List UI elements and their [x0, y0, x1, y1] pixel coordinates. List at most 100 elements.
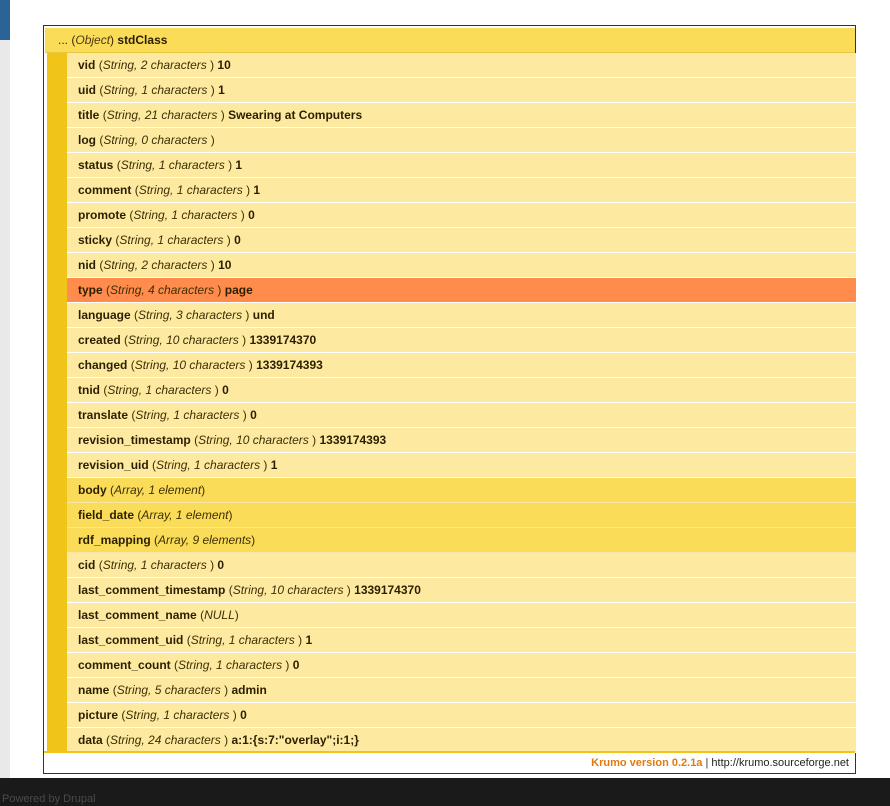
property-key: translate — [78, 408, 129, 422]
property-type-info: Array, 1 element — [141, 508, 229, 522]
property-value: 1 — [305, 633, 313, 647]
property-key: revision_uid — [78, 458, 149, 472]
property-value: 1 — [218, 83, 225, 97]
property-value: a:1:{s:7:"overlay";i:1;} — [231, 733, 359, 747]
property-value: 0 — [217, 558, 225, 572]
property-row-last-comment-timestamp: last_comment_timestamp (String, 10 chara… — [67, 578, 856, 603]
property-row-title: title (String, 21 characters ) Swearing … — [67, 103, 856, 128]
property-key: body — [78, 483, 107, 497]
property-key: language — [78, 308, 131, 322]
property-row-revision-timestamp: revision_timestamp (String, 10 character… — [67, 428, 856, 453]
property-row-comment: comment (String, 1 characters ) 1 — [67, 178, 856, 203]
property-value: 1 — [235, 158, 243, 172]
krumo-version-label: Krumo version 0.2.1a — [591, 757, 703, 769]
property-key: last_comment_uid — [78, 633, 184, 647]
property-row-language: language (String, 3 characters ) und — [67, 303, 856, 328]
property-row-last-comment-uid: last_comment_uid (String, 1 characters )… — [67, 628, 856, 653]
property-key: uid — [78, 83, 96, 97]
property-row-created: created (String, 10 characters ) 1339174… — [67, 328, 856, 353]
property-key: log — [78, 133, 96, 147]
property-type-info: String, 0 characters — [103, 133, 211, 147]
background-bottom-bar — [0, 778, 890, 806]
child-block: vid (String, 2 characters ) 10 uid (Strin… — [47, 53, 856, 753]
property-type-info: String, 21 characters — [106, 108, 221, 122]
property-key: rdf_mapping — [78, 533, 151, 547]
property-list: vid (String, 2 characters ) 10 uid (Strin… — [67, 53, 856, 753]
property-type-info: String, 1 characters — [133, 208, 241, 222]
property-row-tnid: tnid (String, 1 characters ) 0 — [67, 378, 856, 403]
property-value: 1339174393 — [319, 433, 387, 447]
property-value: 1339174370 — [354, 583, 421, 597]
property-key: title — [78, 108, 100, 122]
property-value: 0 — [234, 233, 241, 247]
property-key: type — [78, 283, 103, 297]
property-key: picture — [78, 708, 119, 722]
property-key: data — [78, 733, 103, 747]
property-row-nid: nid (String, 2 characters ) 10 — [67, 253, 856, 278]
property-value: 10 — [217, 58, 231, 72]
property-type-info: String, 1 characters — [120, 158, 229, 172]
krumo-dump-panel: ... (Object) stdClass vid (String, 2 cha… — [43, 25, 856, 774]
property-row-rdf-mapping[interactable]: rdf_mapping (Array, 9 elements) — [67, 528, 856, 553]
property-type-info: String, 5 characters — [116, 683, 225, 697]
property-key: created — [78, 333, 121, 347]
property-key: nid — [78, 258, 96, 272]
property-row-sticky: sticky (String, 1 characters ) 0 — [67, 228, 856, 253]
property-type-info: String, 4 characters — [110, 283, 218, 297]
property-type-info: String, 1 characters — [178, 658, 286, 672]
property-type-info: String, 1 characters — [102, 558, 211, 572]
property-row-uid: uid (String, 1 characters ) 1 — [67, 78, 856, 103]
property-row-log: log (String, 0 characters ) — [67, 128, 856, 153]
property-value: admin — [231, 683, 267, 697]
krumo-site-link[interactable]: http://krumo.sourceforge.net — [711, 757, 849, 769]
property-row-status: status (String, 1 characters ) 1 — [67, 153, 856, 178]
property-key: revision_timestamp — [78, 433, 191, 447]
footer-separator: | — [705, 757, 709, 769]
property-type-info: String, 2 characters — [103, 258, 211, 272]
krumo-footer: Krumo version 0.2.1a | http://krumo.sour… — [44, 751, 855, 773]
property-row-changed: changed (String, 10 characters ) 1339174… — [67, 353, 856, 378]
property-type-info: String, 10 characters — [128, 333, 243, 347]
property-key: last_comment_name — [78, 608, 197, 622]
property-row-revision-uid: revision_uid (String, 1 characters ) 1 — [67, 453, 856, 478]
property-type-info: String, 1 characters — [190, 633, 299, 647]
property-key: promote — [78, 208, 126, 222]
root-type: Object — [75, 33, 111, 47]
property-row-field-date[interactable]: field_date (Array, 1 element) — [67, 503, 856, 528]
property-row-cid: cid (String, 1 characters ) 0 — [67, 553, 856, 578]
property-type-info: String, 1 characters — [156, 458, 264, 472]
property-value: 1 — [253, 183, 261, 197]
property-value: page — [224, 283, 253, 297]
background-blue-chip — [0, 0, 10, 40]
root-object-row[interactable]: ... (Object) stdClass — [45, 28, 855, 53]
property-key: status — [78, 158, 114, 172]
property-row-picture: picture (String, 1 characters ) 0 — [67, 703, 856, 728]
property-key: tnid — [78, 383, 100, 397]
property-value: 1 — [270, 458, 278, 472]
property-type-info: String, 1 characters — [138, 183, 247, 197]
property-key: last_comment_timestamp — [78, 583, 226, 597]
property-key: cid — [78, 558, 96, 572]
property-value: Swearing at Computers — [228, 108, 363, 122]
property-type-info: String, 2 characters — [102, 58, 211, 72]
property-row-translate: translate (String, 1 characters ) 0 — [67, 403, 856, 428]
property-row-body[interactable]: body (Array, 1 element) — [67, 478, 856, 503]
powered-by-text: Powered by Drupal — [2, 793, 96, 805]
property-value: 0 — [250, 408, 257, 422]
property-row-comment-count: comment_count (String, 1 characters ) 0 — [67, 653, 856, 678]
property-row-vid: vid (String, 2 characters ) 10 — [67, 53, 856, 78]
property-type-info: String, 1 characters — [135, 408, 243, 422]
property-type-info: String, 3 characters — [138, 308, 246, 322]
property-value: 0 — [292, 658, 300, 672]
property-value: 0 — [248, 208, 255, 222]
property-value: 10 — [218, 258, 232, 272]
property-key: sticky — [78, 233, 113, 247]
krumo-tree: ... (Object) stdClass vid (String, 2 cha… — [45, 28, 856, 753]
property-type-info: String, 1 characters — [103, 83, 211, 97]
property-type-info: String, 1 characters — [119, 233, 227, 247]
property-type-info: String, 10 characters — [198, 433, 313, 447]
background-left-strip — [0, 0, 10, 806]
property-value: 0 — [222, 383, 229, 397]
property-key: changed — [78, 358, 128, 372]
property-value: 0 — [240, 708, 247, 722]
